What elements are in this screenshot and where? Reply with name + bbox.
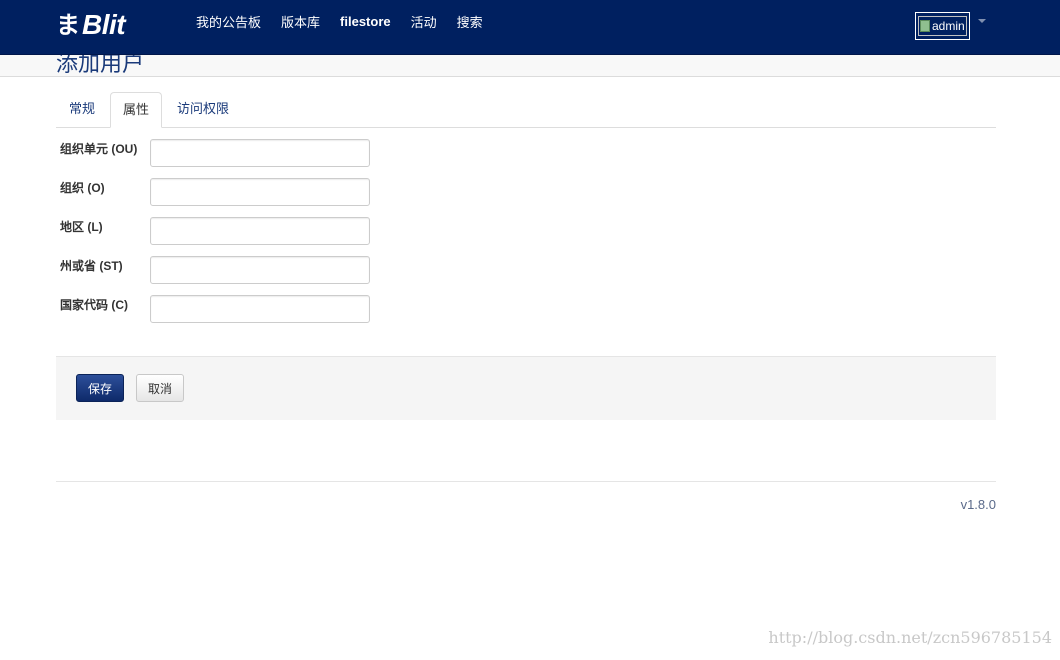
version-label: v1.8.0: [960, 497, 996, 512]
page-header: 添加用户: [0, 55, 1060, 77]
user-menu-button[interactable]: admin: [915, 12, 970, 40]
tab-bar: 常规 属性 访问权限: [56, 92, 996, 128]
form-row-ou: 组织单元 (OU): [60, 139, 380, 167]
tab-general[interactable]: 常规: [60, 92, 104, 127]
nav-item-filestore[interactable]: filestore: [330, 14, 401, 29]
form-actions: 保存 取消: [56, 356, 996, 420]
tab-permissions[interactable]: 访问权限: [170, 92, 236, 127]
brand-logo[interactable]: ま Blit: [56, 8, 126, 42]
country-code-input[interactable]: [150, 295, 370, 323]
top-navbar: ま Blit 我的公告板 版本库 filestore 活动 搜索 admin: [0, 0, 1060, 55]
tab-attributes[interactable]: 属性: [110, 92, 162, 128]
chevron-down-icon[interactable]: [978, 19, 986, 23]
brand-glyph: ま: [56, 10, 80, 39]
save-button[interactable]: 保存: [76, 374, 124, 402]
nav-item-repositories[interactable]: 版本库: [271, 12, 330, 31]
avatar: admin: [918, 16, 967, 36]
field-label-c: 国家代码 (C): [60, 298, 128, 312]
field-label-l: 地区 (L): [60, 220, 103, 234]
state-province-input[interactable]: [150, 256, 370, 284]
nav-item-dashboard[interactable]: 我的公告板: [186, 12, 271, 31]
watermark-text: http://blog.csdn.net/zcn596785154: [768, 628, 1052, 647]
brand-name: Blit: [82, 9, 126, 40]
broken-image-icon: [920, 20, 930, 32]
form-row-st: 州或省 (ST): [60, 256, 380, 284]
organization-input[interactable]: [150, 178, 370, 206]
form-row-c: 国家代码 (C): [60, 295, 380, 323]
nav-item-search[interactable]: 搜索: [447, 12, 493, 31]
form-row-l: 地区 (L): [60, 217, 380, 245]
page-title: 添加用户: [56, 55, 145, 76]
form-row-o: 组织 (O): [60, 178, 380, 206]
avatar-alt-text: admin: [932, 19, 965, 33]
field-label-ou: 组织单元 (OU): [60, 142, 138, 156]
field-label-o: 组织 (O): [60, 181, 105, 195]
main-nav: 我的公告板 版本库 filestore 活动 搜索: [186, 0, 493, 42]
footer-divider: [56, 481, 996, 482]
cancel-button[interactable]: 取消: [136, 374, 184, 402]
nav-item-activity[interactable]: 活动: [401, 12, 447, 31]
field-label-st: 州或省 (ST): [60, 259, 123, 273]
locality-input[interactable]: [150, 217, 370, 245]
organizational-unit-input[interactable]: [150, 139, 370, 167]
